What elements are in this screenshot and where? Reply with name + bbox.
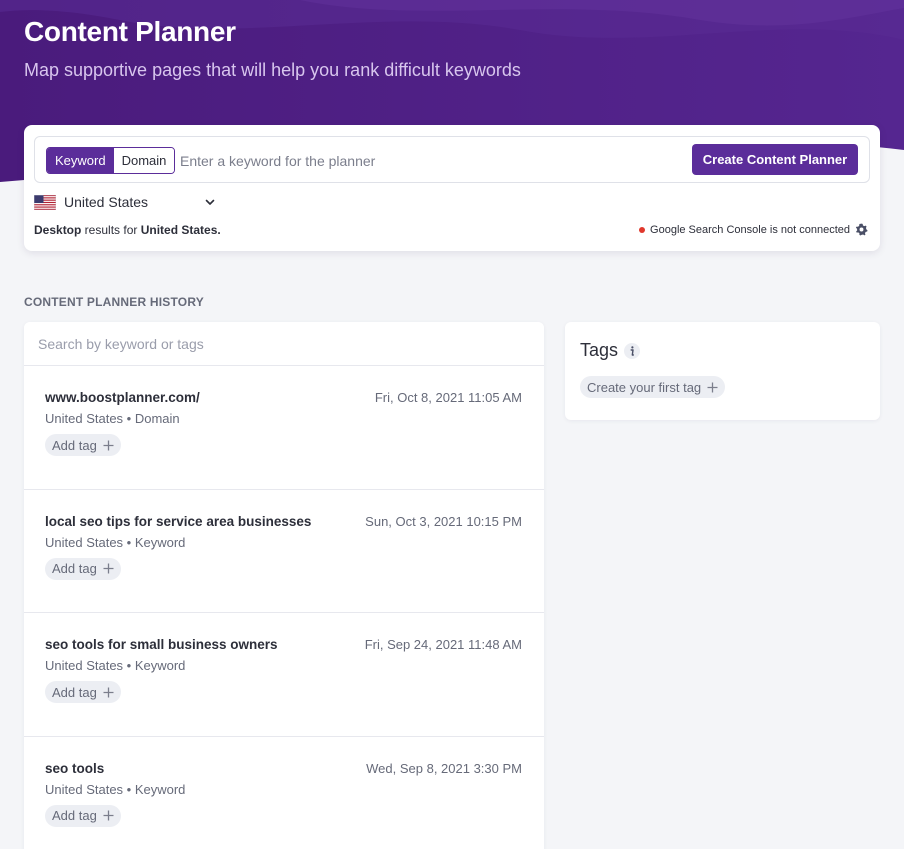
keyword-input[interactable] [180,147,670,174]
planner-input-row: Keyword Domain Create Content Planner [34,136,870,183]
history-item[interactable]: seo tools for small business owners Unit… [24,613,544,737]
tags-title: Tags [580,340,619,360]
history-item-meta: United States • Keyword [45,781,186,797]
plus-icon [103,563,114,574]
mode-toggle: Keyword Domain [46,147,176,174]
add-tag-label: Add tag [52,808,97,823]
add-tag-label: Add tag [52,561,97,576]
gear-icon[interactable] [855,223,868,236]
add-tag-button[interactable]: Add tag [45,804,121,827]
gsc-status-text: Google Search Console is not connected [650,223,850,236]
create-first-tag-label: Create your first tag [587,379,702,395]
country-label: United States [64,194,149,210]
create-content-planner-button[interactable]: Create Content Planner [692,144,858,175]
history-item-date: Fri, Oct 8, 2021 11:05 AM [374,390,522,405]
history-heading: CONTENT PLANNER HISTORY [24,295,204,309]
history-item[interactable]: local seo tips for service area business… [24,490,544,613]
history-item-date: Sun, Oct 3, 2021 10:15 PM [365,513,522,529]
history-search-input[interactable] [24,322,544,366]
page-subtitle: Map supportive pages that will help you … [24,60,521,80]
mode-domain-option[interactable]: Domain [113,148,175,173]
info-icon[interactable] [624,343,640,359]
add-tag-button[interactable]: Add tag [45,434,121,456]
mode-keyword-option[interactable]: Keyword [47,148,114,173]
chevron-down-icon [205,199,215,205]
add-tag-button[interactable]: Add tag [45,681,121,703]
history-item-meta: United States • Keyword [45,534,186,550]
history-item-meta: United States • Domain [45,411,180,426]
add-tag-label: Add tag [52,437,97,453]
results-middle: results for [81,223,141,237]
us-flag-icon [34,194,56,210]
planner-card: Keyword Domain Create Content Planner Un… [24,125,880,251]
history-item-date: Fri, Sep 24, 2021 11:48 AM [364,637,522,652]
history-item-meta: United States • Keyword [45,658,186,673]
create-first-tag-button[interactable]: Create your first tag [580,376,726,398]
add-tag-button[interactable]: Add tag [45,557,121,580]
add-tag-label: Add tag [52,684,97,700]
gsc-status: Google Search Console is not connected [639,223,868,236]
history-item[interactable]: www.boostplanner.com/ United States • Do… [24,366,544,490]
history-item-date: Wed, Sep 8, 2021 3:30 PM [366,760,522,776]
results-description: Desktop results for United States. [34,223,221,237]
plus-icon [707,382,718,392]
status-dot [639,226,646,233]
page-title: Content Planner [24,16,236,47]
history-panel: www.boostplanner.com/ United States • Do… [24,322,544,849]
tags-panel: Tags Create your first tag [565,322,880,420]
country-select[interactable]: United States [34,192,216,212]
plus-icon [103,810,114,821]
history-item[interactable]: seo tools United States • Keyword Wed, S… [24,737,544,849]
results-country: United States. [140,223,221,237]
plus-icon [103,687,114,697]
plus-icon [103,440,114,450]
results-device: Desktop [34,223,82,237]
